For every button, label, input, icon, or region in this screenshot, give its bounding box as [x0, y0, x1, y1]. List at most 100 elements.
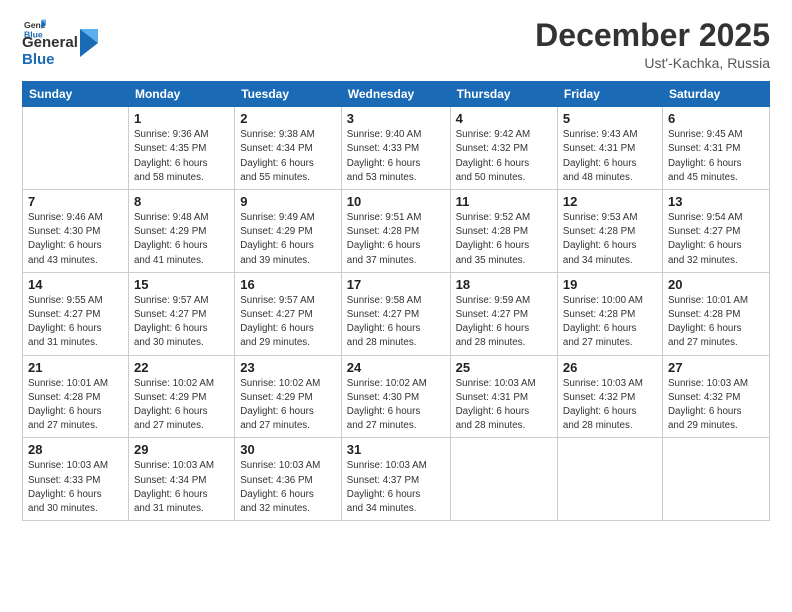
cell-info-text: Sunrise: 9:40 AMSunset: 4:33 PMDaylight:… — [347, 128, 445, 185]
cell-day-number: 3 — [347, 111, 445, 126]
cell-info-text: Sunrise: 9:46 AMSunset: 4:30 PMDaylight:… — [28, 211, 123, 268]
cell-info-text: Sunrise: 9:57 AMSunset: 4:27 PMDaylight:… — [240, 294, 336, 351]
calendar-cell — [557, 438, 662, 521]
cell-day-number: 16 — [240, 277, 336, 292]
cell-info-text: Sunrise: 10:01 AMSunset: 4:28 PMDaylight… — [668, 294, 764, 351]
day-header-wednesday: Wednesday — [341, 82, 450, 107]
day-header-sunday: Sunday — [23, 82, 129, 107]
cell-day-number: 29 — [134, 442, 229, 457]
calendar-cell: 8Sunrise: 9:48 AMSunset: 4:29 PMDaylight… — [128, 190, 234, 273]
cell-day-number: 26 — [563, 360, 657, 375]
cell-day-number: 27 — [668, 360, 764, 375]
cell-day-number: 19 — [563, 277, 657, 292]
calendar-cell: 5 Sunrise: 9:43 AMSunset: 4:31 PMDaylight… — [557, 107, 662, 190]
calendar-cell: 3 Sunrise: 9:40 AMSunset: 4:33 PMDaylight… — [341, 107, 450, 190]
calendar: SundayMondayTuesdayWednesdayThursdayFrid… — [22, 81, 770, 521]
day-header-saturday: Saturday — [662, 82, 769, 107]
cell-day-number: 1 — [134, 111, 229, 126]
cell-day-number: 9 — [240, 194, 336, 209]
cell-info-text: Sunrise: 10:03 AMSunset: 4:32 PMDaylight… — [668, 377, 764, 434]
day-header-tuesday: Tuesday — [235, 82, 342, 107]
calendar-cell: 13 Sunrise: 9:54 AMSunset: 4:27 PMDayligh… — [662, 190, 769, 273]
cell-day-number: 28 — [28, 442, 123, 457]
cell-info-text: Sunrise: 10:02 AMSunset: 4:29 PMDaylight… — [240, 377, 336, 434]
cell-day-number: 17 — [347, 277, 445, 292]
header: General Blue General Blue December 2025 … — [22, 18, 770, 71]
cell-day-number: 22 — [134, 360, 229, 375]
calendar-cell: 24 Sunrise: 10:02 AMSunset: 4:30 PMDaylig… — [341, 355, 450, 438]
calendar-cell: 12 Sunrise: 9:53 AMSunset: 4:28 PMDayligh… — [557, 190, 662, 273]
calendar-cell — [450, 438, 557, 521]
cell-day-number: 5 — [563, 111, 657, 126]
calendar-cell: 20 Sunrise: 10:01 AMSunset: 4:28 PMDaylig… — [662, 272, 769, 355]
week-row-2: 7 Sunrise: 9:46 AMSunset: 4:30 PMDaylight… — [23, 190, 770, 273]
cell-day-number: 12 — [563, 194, 657, 209]
calendar-cell: 6Sunrise: 9:45 AMSunset: 4:31 PMDaylight… — [662, 107, 769, 190]
calendar-cell: 10 Sunrise: 9:51 AMSunset: 4:28 PMDayligh… — [341, 190, 450, 273]
cell-day-number: 13 — [668, 194, 764, 209]
page: General Blue General Blue December 2025 … — [0, 0, 792, 612]
calendar-cell: 18Sunrise: 9:59 AMSunset: 4:27 PMDayligh… — [450, 272, 557, 355]
week-row-1: 1 Sunrise: 9:36 AMSunset: 4:35 PMDaylight… — [23, 107, 770, 190]
cell-info-text: Sunrise: 10:01 AMSunset: 4:28 PMDaylight… — [28, 377, 123, 434]
calendar-cell — [23, 107, 129, 190]
calendar-header: SundayMondayTuesdayWednesdayThursdayFrid… — [23, 82, 770, 107]
cell-info-text: Sunrise: 9:43 AMSunset: 4:31 PMDaylight:… — [563, 128, 657, 185]
cell-info-text: Sunrise: 9:55 AMSunset: 4:27 PMDaylight:… — [28, 294, 123, 351]
logo-blue: Blue — [22, 52, 78, 69]
cell-info-text: Sunrise: 9:51 AMSunset: 4:28 PMDaylight:… — [347, 211, 445, 268]
location: Ust'-Kachka, Russia — [535, 55, 770, 71]
calendar-cell: 11Sunrise: 9:52 AMSunset: 4:28 PMDayligh… — [450, 190, 557, 273]
cell-day-number: 23 — [240, 360, 336, 375]
calendar-cell: 17 Sunrise: 9:58 AMSunset: 4:27 PMDayligh… — [341, 272, 450, 355]
calendar-cell: 31Sunrise: 10:03 AMSunset: 4:37 PMDaylig… — [341, 438, 450, 521]
day-header-thursday: Thursday — [450, 82, 557, 107]
calendar-cell: 15 Sunrise: 9:57 AMSunset: 4:27 PMDayligh… — [128, 272, 234, 355]
calendar-cell: 26 Sunrise: 10:03 AMSunset: 4:32 PMDaylig… — [557, 355, 662, 438]
logo-triangle — [80, 29, 98, 57]
cell-day-number: 7 — [28, 194, 123, 209]
cell-info-text: Sunrise: 10:02 AMSunset: 4:29 PMDaylight… — [134, 377, 229, 434]
cell-info-text: Sunrise: 9:36 AMSunset: 4:35 PMDaylight:… — [134, 128, 229, 185]
cell-info-text: Sunrise: 9:57 AMSunset: 4:27 PMDaylight:… — [134, 294, 229, 351]
cell-day-number: 21 — [28, 360, 123, 375]
cell-day-number: 15 — [134, 277, 229, 292]
calendar-cell: 14 Sunrise: 9:55 AMSunset: 4:27 PMDayligh… — [23, 272, 129, 355]
logo-general: General — [22, 35, 78, 52]
cell-info-text: Sunrise: 9:42 AMSunset: 4:32 PMDaylight:… — [456, 128, 552, 185]
week-row-3: 14 Sunrise: 9:55 AMSunset: 4:27 PMDayligh… — [23, 272, 770, 355]
cell-info-text: Sunrise: 9:48 AMSunset: 4:29 PMDaylight:… — [134, 211, 229, 268]
calendar-cell: 21 Sunrise: 10:01 AMSunset: 4:28 PMDaylig… — [23, 355, 129, 438]
cell-info-text: Sunrise: 10:03 AMSunset: 4:32 PMDaylight… — [563, 377, 657, 434]
cell-day-number: 18 — [456, 277, 552, 292]
cell-info-text: Sunrise: 10:03 AMSunset: 4:37 PMDaylight… — [347, 459, 445, 516]
logo: General Blue General Blue — [22, 18, 98, 68]
cell-info-text: Sunrise: 10:02 AMSunset: 4:30 PMDaylight… — [347, 377, 445, 434]
cell-info-text: Sunrise: 10:03 AMSunset: 4:31 PMDaylight… — [456, 377, 552, 434]
calendar-cell: 23 Sunrise: 10:02 AMSunset: 4:29 PMDaylig… — [235, 355, 342, 438]
cell-info-text: Sunrise: 9:54 AMSunset: 4:27 PMDaylight:… — [668, 211, 764, 268]
calendar-cell: 27 Sunrise: 10:03 AMSunset: 4:32 PMDaylig… — [662, 355, 769, 438]
cell-info-text: Sunrise: 10:03 AMSunset: 4:33 PMDaylight… — [28, 459, 123, 516]
month-title: December 2025 — [535, 18, 770, 53]
cell-day-number: 20 — [668, 277, 764, 292]
cell-info-text: Sunrise: 9:58 AMSunset: 4:27 PMDaylight:… — [347, 294, 445, 351]
calendar-cell: 19 Sunrise: 10:00 AMSunset: 4:28 PMDaylig… — [557, 272, 662, 355]
calendar-cell: 30Sunrise: 10:03 AMSunset: 4:36 PMDaylig… — [235, 438, 342, 521]
calendar-cell: 2Sunrise: 9:38 AMSunset: 4:34 PMDaylight… — [235, 107, 342, 190]
cell-day-number: 30 — [240, 442, 336, 457]
title-block: December 2025 Ust'-Kachka, Russia — [535, 18, 770, 71]
cell-info-text: Sunrise: 9:38 AMSunset: 4:34 PMDaylight:… — [240, 128, 336, 185]
week-row-5: 28 Sunrise: 10:03 AMSunset: 4:33 PMDaylig… — [23, 438, 770, 521]
cell-info-text: Sunrise: 9:49 AMSunset: 4:29 PMDaylight:… — [240, 211, 336, 268]
cell-day-number: 24 — [347, 360, 445, 375]
calendar-cell — [662, 438, 769, 521]
calendar-cell: 28 Sunrise: 10:03 AMSunset: 4:33 PMDaylig… — [23, 438, 129, 521]
cell-info-text: Sunrise: 10:00 AMSunset: 4:28 PMDaylight… — [563, 294, 657, 351]
calendar-cell: 25Sunrise: 10:03 AMSunset: 4:31 PMDaylig… — [450, 355, 557, 438]
calendar-cell: 29Sunrise: 10:03 AMSunset: 4:34 PMDaylig… — [128, 438, 234, 521]
cell-info-text: Sunrise: 9:52 AMSunset: 4:28 PMDaylight:… — [456, 211, 552, 268]
cell-day-number: 10 — [347, 194, 445, 209]
cell-info-text: Sunrise: 9:53 AMSunset: 4:28 PMDaylight:… — [563, 211, 657, 268]
cell-day-number: 14 — [28, 277, 123, 292]
